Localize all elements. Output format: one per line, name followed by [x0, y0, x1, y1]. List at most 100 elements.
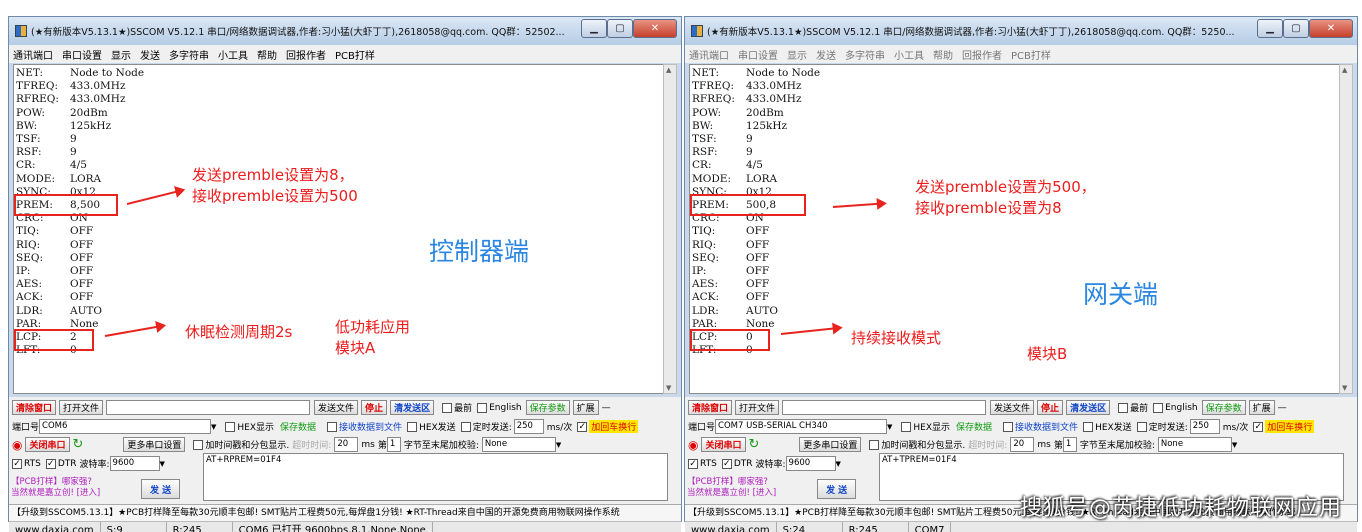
port-select[interactable]: COM6 — [39, 419, 212, 434]
baud-select[interactable]: 9600 — [785, 456, 836, 471]
dtr-checkbox[interactable]: ✓ — [721, 458, 732, 469]
timeout-input[interactable]: 20 — [334, 437, 359, 452]
collapse-button[interactable]: — — [1278, 403, 1287, 413]
english-checkbox[interactable] — [477, 402, 488, 413]
hex-show-checkbox[interactable] — [225, 421, 236, 432]
menu-multi-string[interactable]: 多字符串 — [169, 47, 209, 62]
menu-display[interactable]: 显示 — [111, 47, 131, 62]
add-crlf-checkbox[interactable]: ✓ — [577, 421, 588, 432]
maximize-button[interactable]: ▢ — [1283, 19, 1309, 38]
menu-comm-port[interactable]: 通讯端口 — [689, 47, 729, 62]
clear-window-button[interactable]: 清除窗口 — [688, 400, 733, 415]
scroll-up-icon[interactable]: ▲ — [666, 66, 671, 74]
dropdown-icon[interactable]: ▼ — [556, 441, 561, 449]
title-bar[interactable]: (★有新版本V5.13.1★)SSCOM V5.12.1 串口/网络数据调试器,… — [685, 17, 1357, 45]
stop-button[interactable]: 停止 — [361, 400, 388, 415]
recv-to-file-checkbox[interactable] — [1003, 421, 1014, 432]
close-button[interactable]: ✕ — [633, 19, 677, 38]
stop-button[interactable]: 停止 — [1037, 400, 1064, 415]
menu-report-author[interactable]: 回报作者 — [286, 47, 326, 62]
terminal-scrollbar[interactable]: ▲ ▼ — [663, 64, 677, 394]
dropdown-icon[interactable]: ▼ — [887, 423, 892, 431]
save-params-button[interactable]: 保存参数 — [525, 400, 570, 415]
checksum-select[interactable]: None — [481, 437, 556, 452]
file-path-input[interactable] — [106, 400, 311, 415]
dropdown-icon[interactable]: ▼ — [836, 460, 841, 468]
timed-send-checkbox[interactable] — [460, 421, 471, 432]
scroll-down-icon[interactable]: ▼ — [1342, 384, 1347, 392]
clear-window-button[interactable]: 清除窗口 — [12, 400, 57, 415]
more-settings-button[interactable]: 更多串口设置 — [799, 437, 862, 452]
save-data-button[interactable]: 保存数据 — [280, 420, 316, 433]
send-file-button[interactable]: 发送文件 — [314, 400, 359, 415]
status-website[interactable]: www.daxia.com — [9, 522, 101, 532]
menu-send[interactable]: 发送 — [140, 47, 160, 62]
more-settings-button[interactable]: 更多串口设置 — [123, 437, 186, 452]
menu-send[interactable]: 发送 — [816, 47, 836, 62]
menu-serial-settings[interactable]: 串口设置 — [62, 47, 102, 62]
open-file-button[interactable]: 打开文件 — [59, 400, 104, 415]
collapse-button[interactable]: — — [602, 403, 611, 413]
scroll-up-icon[interactable]: ▲ — [1342, 66, 1347, 74]
dropdown-icon[interactable]: ▼ — [211, 423, 216, 431]
interval-input[interactable]: 250 — [513, 419, 544, 434]
news-ticker[interactable]: 【升级到SSCOM5.13.1】★PCB打样降至每款30元顺丰包邮! SMT贴片… — [9, 504, 681, 521]
clear-send-button[interactable]: 清发送区 — [390, 400, 435, 415]
scroll-down-icon[interactable]: ▼ — [666, 384, 671, 392]
menu-help[interactable]: 帮助 — [257, 47, 277, 62]
send-button[interactable]: 发 送 — [141, 479, 181, 499]
terminal-scrollbar[interactable]: ▲ ▼ — [1339, 64, 1353, 394]
open-file-button[interactable]: 打开文件 — [735, 400, 780, 415]
menu-pcb[interactable]: PCB打样 — [335, 47, 375, 62]
save-data-button[interactable]: 保存数据 — [956, 420, 992, 433]
menu-report-author[interactable]: 回报作者 — [962, 47, 1002, 62]
add-crlf-checkbox[interactable]: ✓ — [1253, 421, 1264, 432]
interval-input[interactable]: 250 — [1189, 419, 1220, 434]
menu-display[interactable]: 显示 — [787, 47, 807, 62]
pcb-ad[interactable]: 【PCB打样】哪家强? 当然就是嘉立创! [进入] — [11, 477, 100, 499]
status-website[interactable]: www.daxia.com — [685, 522, 777, 532]
menu-multi-string[interactable]: 多字符串 — [845, 47, 885, 62]
close-port-button[interactable]: 关闭串口 — [25, 437, 70, 452]
send-input[interactable]: AT+RPREM=01F4 — [203, 453, 668, 501]
topmost-checkbox[interactable] — [1118, 402, 1129, 413]
recv-to-file-checkbox[interactable] — [327, 421, 338, 432]
rts-checkbox[interactable]: ✓ — [688, 458, 698, 469]
refresh-icon[interactable]: ↻ — [73, 437, 84, 452]
send-button[interactable]: 发 送 — [817, 479, 857, 499]
expand-button[interactable]: 扩展 — [572, 400, 599, 415]
hex-send-checkbox[interactable] — [1083, 421, 1094, 432]
close-port-button[interactable]: 关闭串口 — [701, 437, 746, 452]
rts-checkbox[interactable]: ✓ — [12, 458, 22, 469]
baud-select[interactable]: 9600 — [109, 456, 160, 471]
minimize-button[interactable]: ▁ — [581, 19, 607, 38]
menu-help[interactable]: 帮助 — [933, 47, 953, 62]
receive-terminal[interactable]: NET: Node to Node TFREQ: 433.0MHz RFREQ: 433.… — [689, 64, 1341, 394]
clear-send-button[interactable]: 清发送区 — [1066, 400, 1111, 415]
checksum-select[interactable]: None — [1157, 437, 1232, 452]
close-button[interactable]: ✕ — [1309, 19, 1353, 38]
title-bar[interactable]: (★有新版本V5.13.1★)SSCOM V5.12.1 串口/网络数据调试器,… — [9, 17, 681, 45]
pcb-ad[interactable]: 【PCB打样】哪家强? 当然就是嘉立创! [进入] — [687, 477, 776, 499]
english-checkbox[interactable] — [1153, 402, 1164, 413]
maximize-button[interactable]: ▢ — [607, 19, 633, 38]
timeout-input[interactable]: 20 — [1010, 437, 1035, 452]
topmost-checkbox[interactable] — [442, 402, 453, 413]
page-input[interactable]: 1 — [386, 437, 401, 452]
dropdown-icon[interactable]: ▼ — [160, 460, 165, 468]
timestamp-checkbox[interactable] — [869, 439, 880, 450]
dropdown-icon[interactable]: ▼ — [1232, 441, 1237, 449]
hex-show-checkbox[interactable] — [901, 421, 912, 432]
save-params-button[interactable]: 保存参数 — [1201, 400, 1246, 415]
menu-tools[interactable]: 小工具 — [218, 47, 248, 62]
menu-comm-port[interactable]: 通讯端口 — [13, 47, 53, 62]
menu-tools[interactable]: 小工具 — [894, 47, 924, 62]
page-input[interactable]: 1 — [1062, 437, 1077, 452]
menu-pcb[interactable]: PCB打样 — [1011, 47, 1051, 62]
menu-serial-settings[interactable]: 串口设置 — [738, 47, 778, 62]
minimize-button[interactable]: ▁ — [1257, 19, 1283, 38]
expand-button[interactable]: 扩展 — [1248, 400, 1275, 415]
timestamp-checkbox[interactable] — [193, 439, 204, 450]
dtr-checkbox[interactable]: ✓ — [45, 458, 56, 469]
hex-send-checkbox[interactable] — [407, 421, 418, 432]
